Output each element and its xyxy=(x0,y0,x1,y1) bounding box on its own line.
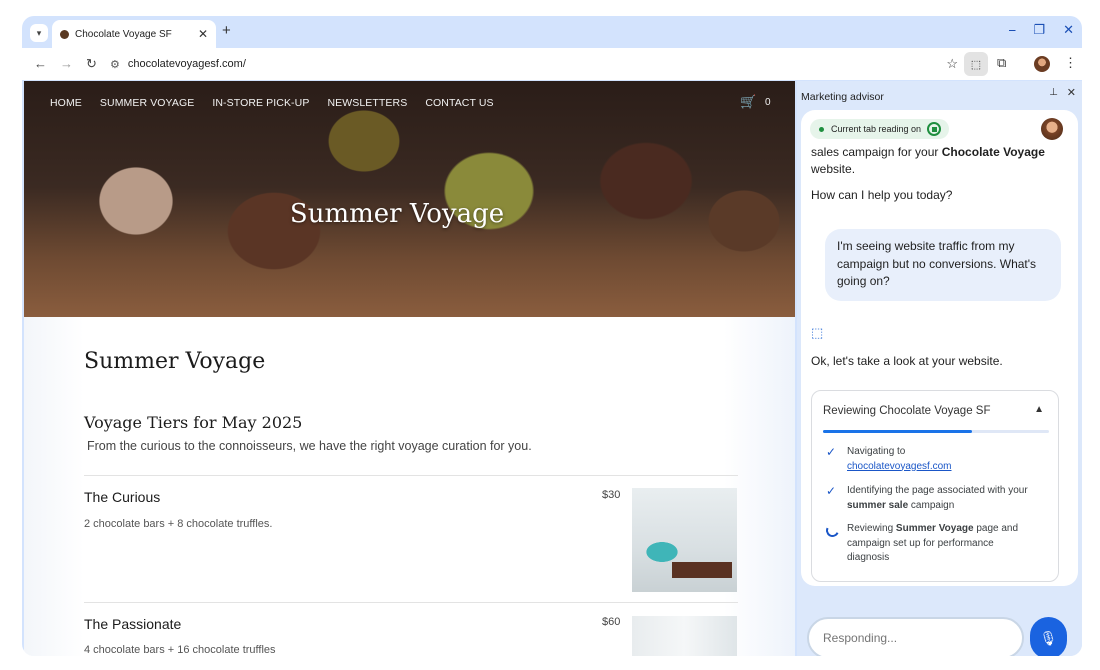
assistant-greeting: How can I help you today? xyxy=(811,188,953,202)
page-content: Summer Voyage Voyage Tiers for May 2025 … xyxy=(24,317,795,656)
panel-header: Marketing advisor ⊥ ✕ xyxy=(801,87,1078,103)
new-tab-plus-icon[interactable]: + xyxy=(222,22,231,39)
chat-composer[interactable] xyxy=(807,617,1024,656)
window-close-icon[interactable]: ✕ xyxy=(1063,22,1074,38)
divider xyxy=(84,602,738,603)
checkmark-icon: ✓ xyxy=(826,484,837,498)
review-step: ✓ Navigating to chocolatevoyagesf.com xyxy=(826,445,1046,475)
stop-icon[interactable] xyxy=(927,122,942,136)
tier-price: $30 xyxy=(602,489,621,501)
microphone-icon: 🎙 xyxy=(1039,629,1058,646)
tab-title: Chocolate Voyage SF xyxy=(75,28,172,40)
gemini-spark-icon: ⬚ xyxy=(811,325,824,340)
panel-close-icon[interactable]: ✕ xyxy=(1067,86,1076,99)
nav-home[interactable]: HOME xyxy=(50,97,82,109)
star-icon[interactable]: ☆ xyxy=(946,56,958,72)
site-settings-icon[interactable]: ⚙ xyxy=(110,58,120,71)
progress-fill xyxy=(823,430,973,433)
window-controls: ⎯ ❐ ✕ xyxy=(1009,22,1074,38)
tab-chocolate-voyage[interactable]: Chocolate Voyage SF ✕ xyxy=(52,20,216,48)
tier-name[interactable]: The Curious xyxy=(84,489,160,505)
site-nav: HOME SUMMER VOYAGE IN-STORE PICK-UP NEWS… xyxy=(50,97,494,109)
address-bar[interactable]: ⚙ chocolatevoyagesf.com/ ☆ xyxy=(110,52,958,76)
user-avatar xyxy=(1041,118,1063,140)
review-step: Reviewing Summer Voyage page and campaig… xyxy=(824,522,1046,568)
nav-summer-voyage[interactable]: SUMMER VOYAGE xyxy=(100,97,194,109)
tiers-subtitle: From the curious to the connoisseurs, we… xyxy=(87,439,532,453)
favicon-icon xyxy=(60,29,69,39)
assistant-message: sales campaign for your Chocolate Voyage… xyxy=(811,145,1045,176)
puzzle-icon[interactable]: ⧉ xyxy=(997,55,1006,71)
tier-product-image[interactable] xyxy=(632,616,737,656)
tier-description: 2 chocolate bars + 8 chocolate truffles. xyxy=(84,518,273,530)
tab-close-icon[interactable]: ✕ xyxy=(198,27,208,41)
loading-spinner-icon xyxy=(824,522,841,539)
checkmark-icon: ✓ xyxy=(826,445,837,459)
user-message-bubble: I'm seeing website traffic from my campa… xyxy=(825,229,1061,301)
step-text: Navigating to chocolatevoyagesf.com xyxy=(847,446,952,472)
tab-strip: ▾ Chocolate Voyage SF ✕ + ⎯ ❐ ✕ xyxy=(22,16,1082,48)
restore-icon[interactable]: ❐ xyxy=(1033,22,1045,38)
reload-icon[interactable]: ↻ xyxy=(86,56,97,72)
panel-title: Marketing advisor xyxy=(801,91,884,103)
review-progress-card: Reviewing Chocolate Voyage SF ▲ ✓ Naviga… xyxy=(811,390,1059,582)
assistant-reply: Ok, let's take a look at your website. xyxy=(811,354,1003,368)
profile-avatar[interactable] xyxy=(1034,56,1050,72)
page-title: Summer Voyage xyxy=(84,349,266,374)
tab-reading-status[interactable]: Current tab reading on xyxy=(810,119,950,139)
webpage: HOME SUMMER VOYAGE IN-STORE PICK-UP NEWS… xyxy=(24,81,795,656)
back-arrow-icon[interactable]: ← xyxy=(34,56,47,71)
kebab-menu-icon[interactable]: ⋮ xyxy=(1064,55,1077,71)
step-text: Reviewing Summer Voyage page and campaig… xyxy=(847,523,1019,563)
marketing-advisor-panel: Marketing advisor ⊥ ✕ Current tab readin… xyxy=(797,81,1082,656)
chat-input[interactable] xyxy=(823,631,1008,645)
step-text: Identifying the page associated with you… xyxy=(847,485,1028,511)
nav-in-store-pickup[interactable]: IN-STORE PICK-UP xyxy=(212,97,309,109)
tier-name[interactable]: The Passionate xyxy=(84,616,181,632)
browser-window: ▾ Chocolate Voyage SF ✕ + ⎯ ❐ ✕ ← → ↻ ⚙ … xyxy=(22,16,1082,656)
tiers-heading: Voyage Tiers for May 2025 xyxy=(84,413,303,432)
toolbar: ← → ↻ ⚙ chocolatevoyagesf.com/ ☆ ⬚ ⧉ ⋮ xyxy=(22,48,1082,80)
nav-contact-us[interactable]: CONTACT US xyxy=(425,97,493,109)
chat-area: Current tab reading on sales campaign fo… xyxy=(801,110,1078,586)
minimize-icon[interactable]: ⎯ xyxy=(1009,22,1016,38)
tier-product-image[interactable] xyxy=(632,488,737,592)
tier-price: $60 xyxy=(602,616,621,628)
tier-description: 4 chocolate bars + 16 chocolate truffles xyxy=(84,644,276,656)
gemini-tab-icon[interactable]: ⬚ xyxy=(964,52,988,76)
review-title: Reviewing Chocolate Voyage SF xyxy=(823,405,991,417)
status-dot-icon xyxy=(819,126,824,132)
progress-bar xyxy=(823,430,1049,433)
tab-search-chevron-down-icon[interactable]: ▾ xyxy=(30,24,48,42)
chevron-up-icon[interactable]: ▲ xyxy=(1034,404,1044,415)
hero-title: Summer Voyage xyxy=(289,199,505,229)
cart-count: 0 xyxy=(765,97,771,108)
forward-arrow-icon[interactable]: → xyxy=(60,56,73,71)
status-text: Current tab reading on xyxy=(831,124,922,134)
review-step: ✓ Identifying the page associated with y… xyxy=(826,484,1046,514)
voice-input-button[interactable]: 🎙 xyxy=(1030,617,1067,656)
cart-icon[interactable]: 🛒 xyxy=(740,94,756,110)
hero-banner: HOME SUMMER VOYAGE IN-STORE PICK-UP NEWS… xyxy=(24,81,795,317)
step-link[interactable]: chocolatevoyagesf.com xyxy=(847,461,952,472)
pin-icon[interactable]: ⊥ xyxy=(1049,87,1058,98)
nav-newsletters[interactable]: NEWSLETTERS xyxy=(327,97,407,109)
url-text[interactable]: chocolatevoyagesf.com/ xyxy=(128,58,246,70)
divider xyxy=(84,475,738,476)
